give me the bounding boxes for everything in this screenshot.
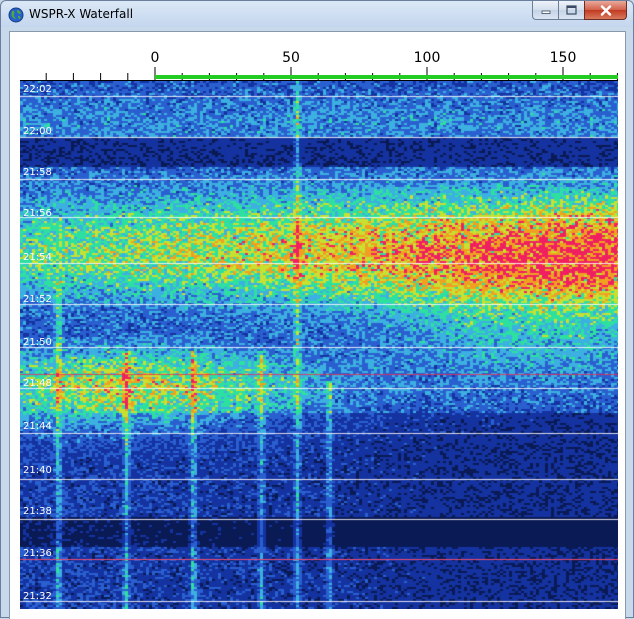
time-label: 21:38 bbox=[23, 506, 52, 517]
waterfall-display[interactable]: 22:02 22:00 21:58 21:56 21:54 21:52 21:50 21:48… bbox=[20, 81, 618, 609]
scale-tick-label: 150 bbox=[549, 50, 577, 66]
frequency-scale-graphic bbox=[20, 67, 618, 81]
scale-tick-label: 100 bbox=[413, 50, 441, 66]
time-label: 21:58 bbox=[23, 167, 52, 178]
frequency-scale[interactable]: 90095005010015020025030035 bbox=[20, 50, 618, 81]
caption-buttons bbox=[532, 1, 627, 20]
time-label: 21:50 bbox=[23, 337, 52, 348]
minimize-icon bbox=[541, 10, 550, 14]
scale-tick-label: 50 bbox=[282, 50, 300, 66]
time-label: 21:54 bbox=[23, 252, 52, 263]
maximize-icon bbox=[566, 5, 577, 15]
title-bar[interactable]: WSPR-X Waterfall bbox=[1, 1, 633, 27]
time-label: 21:32 bbox=[23, 591, 52, 602]
waterfall-spectrogram bbox=[20, 81, 618, 609]
waterfall-window: WSPR-X Waterfall 9009500501001 bbox=[0, 0, 634, 619]
window-title: WSPR-X Waterfall bbox=[29, 7, 134, 21]
time-label: 21:44 bbox=[23, 421, 52, 432]
close-button[interactable] bbox=[584, 1, 627, 20]
time-label: 21:56 bbox=[23, 208, 52, 219]
time-label: 21:36 bbox=[23, 548, 52, 559]
globe-icon bbox=[8, 7, 24, 23]
minimize-button[interactable] bbox=[532, 1, 558, 20]
close-icon bbox=[600, 4, 611, 16]
time-label: 21:52 bbox=[23, 294, 52, 305]
time-label: 22:02 bbox=[23, 84, 52, 95]
time-label: 21:48 bbox=[23, 378, 52, 389]
time-label: 22:00 bbox=[23, 126, 52, 137]
time-label: 21:40 bbox=[23, 465, 52, 476]
maximize-button[interactable] bbox=[558, 1, 584, 20]
passband-bar bbox=[155, 75, 618, 79]
scale-tick-label: 0 bbox=[150, 50, 160, 66]
